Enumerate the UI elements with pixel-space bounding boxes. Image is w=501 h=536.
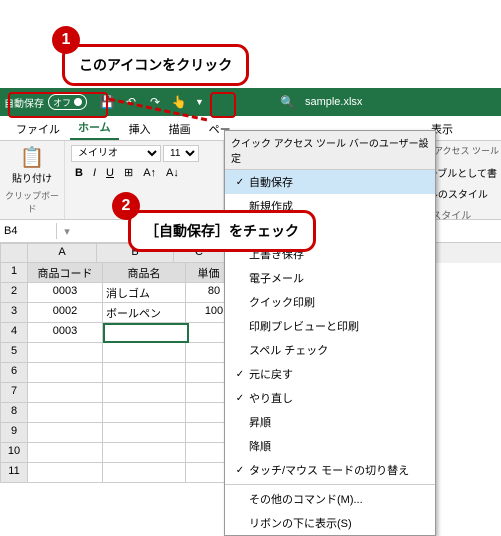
- font-increase-button[interactable]: A↑: [139, 165, 160, 181]
- check-icon: ✓: [231, 393, 249, 404]
- toggle-off[interactable]: オフ: [48, 94, 87, 110]
- cell[interactable]: [28, 463, 103, 483]
- row-header[interactable]: 10: [0, 443, 28, 463]
- row-header[interactable]: 2: [0, 283, 28, 303]
- cell[interactable]: [28, 403, 103, 423]
- menu-item-label: 印刷プレビューと印刷: [249, 318, 359, 334]
- cell[interactable]: 消しゴム: [103, 283, 186, 303]
- row-header[interactable]: 5: [0, 343, 28, 363]
- tab-home[interactable]: ホーム: [70, 116, 119, 140]
- clipboard-icon: 📋: [6, 145, 58, 170]
- row-header[interactable]: 8: [0, 403, 28, 423]
- annotation-badge-2: 2: [112, 192, 140, 220]
- bold-button[interactable]: B: [71, 165, 87, 181]
- menu-item[interactable]: 印刷プレビューと印刷: [225, 314, 435, 338]
- cell[interactable]: [103, 363, 186, 383]
- menu-item-label: 自動保存: [249, 174, 293, 190]
- redo-icon[interactable]: ↷: [147, 94, 163, 110]
- menu-item[interactable]: ✓タッチ/マウス モードの切り替え: [225, 458, 435, 482]
- qat-customize-dropdown[interactable]: ▼: [195, 97, 207, 107]
- touch-mode-icon[interactable]: 👆: [171, 94, 187, 110]
- menu-item[interactable]: スペル チェック: [225, 338, 435, 362]
- cell[interactable]: 0003: [28, 323, 103, 343]
- row-header[interactable]: 1: [0, 263, 28, 283]
- cell[interactable]: ボールペン: [103, 303, 186, 323]
- cell[interactable]: [103, 423, 186, 443]
- menu-item-label: 降順: [249, 438, 271, 454]
- clipboard-group-label: クリップボード: [4, 187, 60, 217]
- font-name-select[interactable]: メイリオ: [71, 145, 161, 162]
- cell[interactable]: [28, 363, 103, 383]
- menu-title: クイック アクセス ツール バーのユーザー設定: [225, 131, 435, 170]
- check-icon: ✓: [231, 369, 249, 380]
- tab-draw[interactable]: 描画: [161, 118, 199, 140]
- menu-item[interactable]: 電子メール: [225, 266, 435, 290]
- filename: sample.xlsx: [305, 96, 362, 108]
- cell[interactable]: [103, 443, 186, 463]
- font-size-select[interactable]: 11: [163, 145, 199, 162]
- autosave-toggle[interactable]: 自動保存 オフ: [4, 94, 87, 110]
- cell[interactable]: [28, 423, 103, 443]
- check-icon: ✓: [231, 465, 249, 476]
- tab-file[interactable]: ファイル: [8, 118, 68, 140]
- row-header[interactable]: 6: [0, 363, 28, 383]
- underline-button[interactable]: U: [102, 165, 118, 181]
- menu-item-label: 元に戻す: [249, 366, 293, 382]
- search-icon[interactable]: 🔍: [280, 95, 295, 109]
- cell[interactable]: [28, 383, 103, 403]
- menu-item[interactable]: 昇順: [225, 410, 435, 434]
- menu-other-commands[interactable]: その他のコマンド(M)...: [225, 487, 435, 511]
- cell[interactable]: 商品名: [103, 263, 186, 283]
- cell[interactable]: [103, 343, 186, 363]
- font-decrease-button[interactable]: A↓: [162, 165, 183, 181]
- menu-item-label: 昇順: [249, 414, 271, 430]
- border-button[interactable]: ⊞: [120, 164, 137, 181]
- annotation-callout-2: ［自動保存］をチェック: [128, 210, 316, 252]
- menu-show-below-ribbon[interactable]: リボンの下に表示(S): [225, 511, 435, 535]
- check-icon: ✓: [231, 177, 249, 188]
- annotation-badge-1: 1: [52, 26, 80, 54]
- cell[interactable]: [28, 443, 103, 463]
- menu-item-label: やり直し: [249, 390, 293, 406]
- row-header[interactable]: 4: [0, 323, 28, 343]
- cell[interactable]: [103, 323, 189, 343]
- autosave-label: 自動保存: [4, 95, 44, 110]
- titlebar: 自動保存 オフ 💾 ↶ ↷ 👆 ▼ 🔍 sample.xlsx: [0, 88, 501, 116]
- cell[interactable]: [28, 343, 103, 363]
- italic-button[interactable]: I: [89, 165, 100, 181]
- cell[interactable]: 0003: [28, 283, 103, 303]
- menu-item-label: クイック印刷: [249, 294, 315, 310]
- cell[interactable]: 商品コード: [28, 263, 103, 283]
- row-header[interactable]: 3: [0, 303, 28, 323]
- select-all-corner[interactable]: [0, 243, 28, 263]
- menu-item[interactable]: ✓元に戻す: [225, 362, 435, 386]
- paste-button[interactable]: 📋 貼り付け: [4, 143, 60, 187]
- menu-item[interactable]: 降順: [225, 434, 435, 458]
- qat-customize-menu: クイック アクセス ツール バーのユーザー設定 ✓自動保存新規作成開く上書き保存…: [224, 130, 436, 536]
- tab-insert[interactable]: 挿入: [121, 118, 159, 140]
- menu-item[interactable]: ✓やり直し: [225, 386, 435, 410]
- name-box-dropdown-icon[interactable]: ▾: [57, 225, 77, 238]
- cell[interactable]: [103, 463, 186, 483]
- row-header[interactable]: 9: [0, 423, 28, 443]
- menu-item-label: 電子メール: [249, 270, 304, 286]
- quick-access-toolbar: 💾 ↶ ↷ 👆 ▼: [99, 94, 207, 110]
- name-box[interactable]: B4: [0, 223, 57, 239]
- cell[interactable]: [103, 383, 186, 403]
- cell[interactable]: [103, 403, 186, 423]
- row-header[interactable]: 11: [0, 463, 28, 483]
- undo-icon[interactable]: ↶: [123, 94, 139, 110]
- save-icon[interactable]: 💾: [99, 94, 115, 110]
- row-header[interactable]: 7: [0, 383, 28, 403]
- menu-item-label: スペル チェック: [249, 342, 328, 358]
- menu-item[interactable]: ✓自動保存: [225, 170, 435, 194]
- menu-item[interactable]: クイック印刷: [225, 290, 435, 314]
- cell[interactable]: 0002: [28, 303, 103, 323]
- col-header-a[interactable]: A: [28, 243, 97, 263]
- menu-item-label: タッチ/マウス モードの切り替え: [249, 462, 409, 478]
- annotation-callout-1: このアイコンをクリック: [62, 44, 249, 86]
